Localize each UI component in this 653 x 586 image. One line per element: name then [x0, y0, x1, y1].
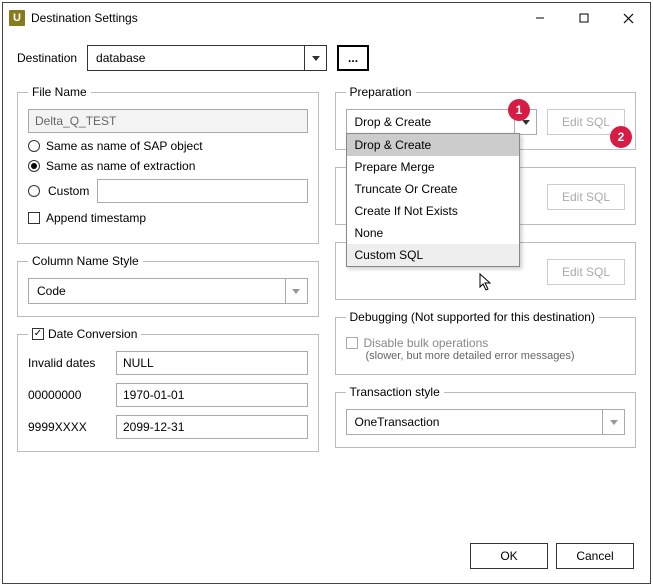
date-conversion-group: Date Conversion Invalid dates 00000000 9…	[17, 327, 319, 452]
destination-value: database	[96, 51, 145, 65]
radio-icon	[28, 185, 40, 197]
column-style-combo[interactable]: Code	[28, 278, 308, 304]
maximize-button[interactable]	[562, 3, 606, 33]
window-frame: U Destination Settings Destination datab…	[2, 2, 651, 584]
date-conversion-legend: Date Conversion	[48, 327, 137, 341]
cursor-icon	[479, 273, 495, 293]
zero-date-label: 00000000	[28, 388, 108, 402]
filename-group: File Name Delta_Q_TEST Same as name of S…	[17, 85, 319, 244]
invalid-dates-label: Invalid dates	[28, 356, 108, 370]
chevron-down-icon	[285, 279, 307, 303]
minimize-button[interactable]	[518, 3, 562, 33]
filename-field: Delta_Q_TEST	[28, 109, 308, 133]
dropdown-item[interactable]: Create If Not Exists	[347, 200, 519, 222]
dropdown-item[interactable]: Truncate Or Create	[347, 178, 519, 200]
checkbox-icon	[28, 212, 40, 224]
radio-icon	[28, 140, 40, 152]
dropdown-item[interactable]: None	[347, 222, 519, 244]
window-title: Destination Settings	[31, 11, 518, 25]
checkbox-icon	[346, 337, 358, 349]
append-timestamp-check[interactable]: Append timestamp	[28, 211, 308, 225]
dropdown-item[interactable]: Drop & Create	[347, 134, 519, 156]
ok-button[interactable]: OK	[470, 543, 548, 569]
radio-custom[interactable]: Custom	[28, 179, 308, 203]
invalid-dates-input[interactable]	[116, 351, 308, 375]
preparation-dropdown[interactable]: Drop & Create Prepare Merge Truncate Or …	[346, 133, 520, 267]
column-style-legend: Column Name Style	[28, 254, 143, 268]
chevron-down-icon	[304, 46, 326, 70]
transaction-legend: Transaction style	[346, 385, 444, 399]
title-bar: U Destination Settings	[3, 3, 650, 33]
browse-button[interactable]: ...	[337, 45, 369, 71]
cancel-button[interactable]: Cancel	[556, 543, 634, 569]
dropdown-item[interactable]: Prepare Merge	[347, 156, 519, 178]
debugging-group: Debugging (Not supported for this destin…	[335, 310, 637, 375]
nines-date-input[interactable]	[116, 415, 308, 439]
annotation-badge-2: 2	[610, 126, 632, 148]
edit-sql-final-button[interactable]: Edit SQL	[547, 259, 625, 285]
transaction-group: Transaction style OneTransaction	[335, 385, 637, 448]
app-icon: U	[9, 10, 25, 26]
nines-date-label: 9999XXXX	[28, 420, 108, 434]
custom-name-input[interactable]	[97, 179, 307, 203]
disable-bulk-check[interactable]: Disable bulk operations	[346, 336, 626, 350]
close-button[interactable]	[606, 3, 650, 33]
date-conversion-check[interactable]	[32, 328, 44, 340]
zero-date-input[interactable]	[116, 383, 308, 407]
destination-combo[interactable]: database	[87, 45, 327, 71]
chevron-down-icon	[602, 410, 624, 434]
dropdown-item[interactable]: Custom SQL	[347, 244, 519, 266]
radio-sap-object[interactable]: Same as name of SAP object	[28, 139, 308, 153]
radio-icon	[28, 160, 40, 172]
radio-extraction[interactable]: Same as name of extraction	[28, 159, 308, 173]
debugging-hint: (slower, but more detailed error message…	[366, 350, 626, 362]
filename-legend: File Name	[28, 85, 91, 99]
debugging-legend: Debugging (Not supported for this destin…	[346, 310, 599, 324]
column-style-group: Column Name Style Code	[17, 254, 319, 317]
preparation-legend: Preparation	[346, 85, 416, 99]
annotation-badge-1: 1	[508, 99, 530, 121]
edit-sql-row-button[interactable]: Edit SQL	[547, 184, 625, 210]
destination-label: Destination	[17, 51, 77, 65]
transaction-combo[interactable]: OneTransaction	[346, 409, 626, 435]
